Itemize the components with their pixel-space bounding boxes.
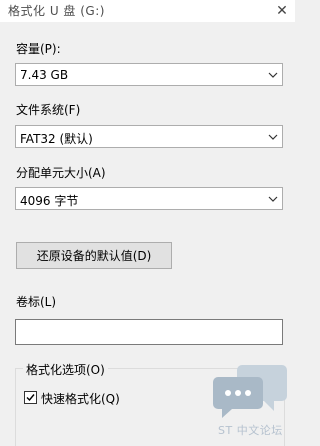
filesystem-select[interactable]: FAT32 (默认) — [15, 125, 283, 148]
title-bar: 格式化 U 盘 (G:) ✕ — [0, 0, 295, 22]
watermark-text: ST 中文论坛 — [218, 424, 283, 437]
capacity-label: 容量(P): — [16, 42, 61, 56]
volume-label-input[interactable] — [15, 319, 283, 345]
chat-bubble-icon — [213, 365, 287, 418]
checkmark-icon — [26, 394, 35, 402]
volume-label: 卷标(L) — [16, 295, 57, 309]
chevron-down-icon — [268, 134, 278, 140]
chevron-down-icon — [268, 196, 278, 202]
quick-format-label[interactable]: 快速格式化(Q) — [41, 390, 120, 407]
filesystem-label: 文件系统(F) — [16, 103, 81, 117]
allocation-label: 分配单元大小(A) — [16, 166, 106, 180]
format-options-title: 格式化选项(O) — [23, 361, 108, 378]
capacity-select[interactable]: 7.43 GB — [15, 63, 283, 86]
close-button[interactable]: ✕ — [269, 0, 295, 22]
window-title: 格式化 U 盘 (G:) — [8, 4, 105, 18]
filesystem-value: FAT32 (默认) — [20, 132, 93, 146]
allocation-value: 4096 字节 — [20, 194, 79, 208]
capacity-value: 7.43 GB — [20, 68, 69, 82]
allocation-select[interactable]: 4096 字节 — [15, 187, 283, 210]
chevron-down-icon — [268, 72, 278, 78]
quick-format-checkbox[interactable] — [24, 391, 37, 404]
restore-defaults-button[interactable]: 还原设备的默认值(D) — [16, 242, 172, 269]
